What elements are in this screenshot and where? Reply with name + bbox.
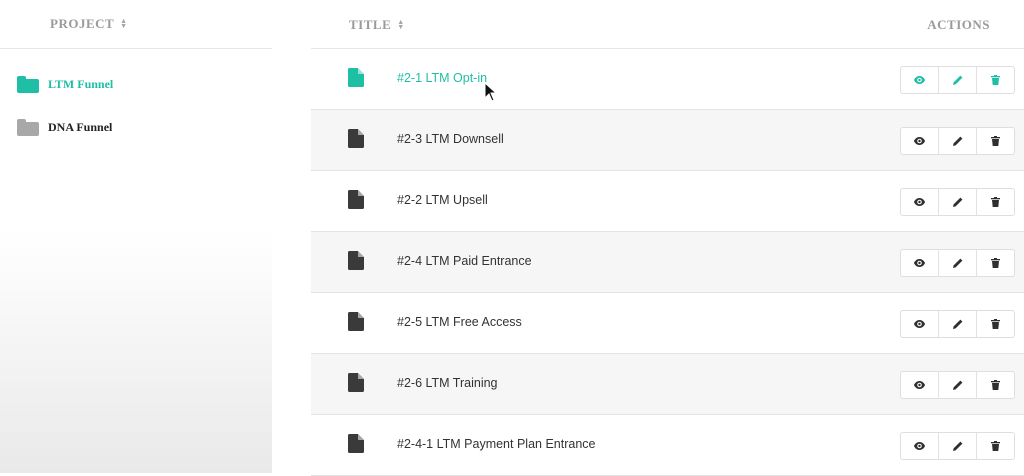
- delete-button[interactable]: [977, 189, 1014, 215]
- table-row[interactable]: #2-6 LTM Training: [311, 354, 1024, 415]
- edit-button[interactable]: [939, 128, 977, 154]
- edit-button[interactable]: [939, 67, 977, 93]
- edit-button[interactable]: [939, 372, 977, 398]
- pages-table: TITLE ▲ ▼ ACTIONS #2-1 LTM Opt-in #2-3 LTM…: [311, 0, 1024, 476]
- table-row[interactable]: #2-1 LTM Opt-in: [311, 49, 1024, 110]
- delete-button[interactable]: [977, 67, 1014, 93]
- eye-icon: [914, 198, 925, 206]
- pencil-icon: [952, 441, 963, 451]
- trash-icon: [991, 258, 1000, 268]
- page-title-link[interactable]: #2-1 LTM Opt-in: [397, 71, 487, 85]
- preview-button[interactable]: [901, 433, 939, 459]
- sort-icon[interactable]: ▲ ▼: [120, 18, 127, 30]
- delete-button[interactable]: [977, 250, 1014, 276]
- file-icon: [348, 190, 364, 209]
- edit-button[interactable]: [939, 189, 977, 215]
- project-label: LTM Funnel: [48, 76, 114, 91]
- edit-button[interactable]: [939, 433, 977, 459]
- project-item-ltm-funnel[interactable]: LTM Funnel: [0, 73, 272, 95]
- eye-icon: [914, 442, 925, 450]
- table-row[interactable]: #2-4 LTM Paid Entrance: [311, 232, 1024, 293]
- project-column-header[interactable]: PROJECT ▲ ▼: [0, 0, 272, 49]
- mouse-cursor-icon: [484, 82, 498, 102]
- file-icon: [348, 312, 364, 331]
- table-body: #2-1 LTM Opt-in #2-3 LTM Downsell #2-2 LTM…: [311, 49, 1024, 476]
- eye-icon: [914, 259, 925, 267]
- row-actions: [900, 127, 1015, 155]
- page-title-link[interactable]: #2-5 LTM Free Access: [397, 315, 522, 329]
- trash-icon: [991, 75, 1000, 85]
- folder-icon: [17, 118, 39, 136]
- row-actions: [900, 66, 1015, 94]
- file-icon: [348, 129, 364, 148]
- page-title-link[interactable]: #2-3 LTM Downsell: [397, 132, 504, 146]
- delete-button[interactable]: [977, 128, 1014, 154]
- preview-button[interactable]: [901, 372, 939, 398]
- table-row[interactable]: #2-5 LTM Free Access: [311, 293, 1024, 354]
- trash-icon: [991, 380, 1000, 390]
- eye-icon: [914, 320, 925, 328]
- pencil-icon: [952, 380, 963, 390]
- pencil-icon: [952, 319, 963, 329]
- file-icon: [348, 251, 364, 270]
- preview-button[interactable]: [901, 250, 939, 276]
- folder-icon: [17, 75, 39, 93]
- table-header: TITLE ▲ ▼ ACTIONS: [311, 0, 1024, 49]
- row-actions: [900, 371, 1015, 399]
- project-label: DNA Funnel: [48, 119, 113, 134]
- trash-icon: [991, 441, 1000, 451]
- file-icon: [348, 373, 364, 392]
- pencil-icon: [952, 258, 963, 268]
- page-title-link[interactable]: #2-4 LTM Paid Entrance: [397, 254, 532, 268]
- preview-button[interactable]: [901, 189, 939, 215]
- pencil-icon: [952, 75, 963, 85]
- trash-icon: [991, 197, 1000, 207]
- preview-button[interactable]: [901, 311, 939, 337]
- trash-icon: [991, 319, 1000, 329]
- edit-button[interactable]: [939, 311, 977, 337]
- preview-button[interactable]: [901, 128, 939, 154]
- actions-column-header: ACTIONS: [927, 17, 990, 32]
- trash-icon: [991, 136, 1000, 146]
- delete-button[interactable]: [977, 433, 1014, 459]
- preview-button[interactable]: [901, 67, 939, 93]
- file-icon: [348, 68, 364, 87]
- row-actions: [900, 310, 1015, 338]
- delete-button[interactable]: [977, 372, 1014, 398]
- page-title-link[interactable]: #2-6 LTM Training: [397, 376, 498, 390]
- pencil-icon: [952, 136, 963, 146]
- file-icon: [348, 434, 364, 453]
- delete-button[interactable]: [977, 311, 1014, 337]
- table-row[interactable]: #2-2 LTM Upsell: [311, 171, 1024, 232]
- page-title-link[interactable]: #2-2 LTM Upsell: [397, 193, 488, 207]
- row-actions: [900, 188, 1015, 216]
- row-actions: [900, 249, 1015, 277]
- page-title-link[interactable]: #2-4-1 LTM Payment Plan Entrance: [397, 437, 595, 451]
- title-header-label: TITLE: [349, 17, 392, 32]
- row-actions: [900, 432, 1015, 460]
- table-row[interactable]: #2-3 LTM Downsell: [311, 110, 1024, 171]
- eye-icon: [914, 137, 925, 145]
- project-panel: PROJECT ▲ ▼ LTM Funnel DNA Funnel: [0, 0, 272, 473]
- title-column-header[interactable]: TITLE ▲ ▼: [349, 17, 405, 33]
- project-item-dna-funnel[interactable]: DNA Funnel: [0, 116, 272, 138]
- edit-button[interactable]: [939, 250, 977, 276]
- pencil-icon: [952, 197, 963, 207]
- project-header-label: PROJECT: [50, 16, 115, 31]
- eye-icon: [914, 381, 925, 389]
- table-row[interactable]: #2-4-1 LTM Payment Plan Entrance: [311, 415, 1024, 476]
- sort-icon[interactable]: ▲ ▼: [397, 19, 404, 31]
- eye-icon: [914, 76, 925, 84]
